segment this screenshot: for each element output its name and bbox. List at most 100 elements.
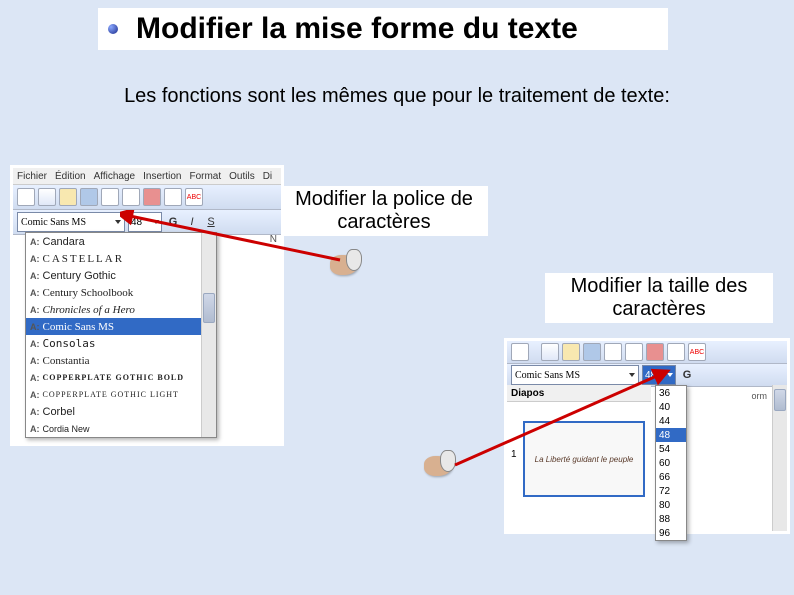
font-option-label: Chronicles of a Hero bbox=[43, 304, 135, 316]
chevron-down-icon bbox=[667, 373, 673, 377]
font-prefix-icon: A: bbox=[30, 271, 40, 281]
size-option[interactable]: 48 bbox=[656, 428, 686, 442]
font-prefix-icon: A: bbox=[30, 356, 40, 366]
font-prefix-icon: A: bbox=[30, 407, 40, 417]
menu-di[interactable]: Di bbox=[263, 171, 272, 182]
font-option-label: CASTELLAR bbox=[43, 253, 125, 265]
font-option[interactable]: A:Candara bbox=[26, 233, 216, 250]
page-title: Modifier la mise forme du texte bbox=[136, 12, 578, 46]
font-option[interactable]: A:Comic Sans MS bbox=[26, 318, 216, 335]
scroll-thumb[interactable] bbox=[203, 293, 215, 323]
font-option-label: Cordia New bbox=[43, 424, 90, 434]
doc-icon[interactable] bbox=[122, 188, 140, 206]
font-option[interactable]: A:CASTELLAR bbox=[26, 250, 216, 267]
size-option[interactable]: 80 bbox=[656, 498, 686, 512]
pdf-icon[interactable] bbox=[646, 343, 664, 361]
scrollbar-right[interactable] bbox=[772, 385, 787, 531]
spellcheck-icon[interactable]: ABC bbox=[688, 343, 706, 361]
size-option[interactable]: 40 bbox=[656, 400, 686, 414]
print-icon[interactable] bbox=[667, 343, 685, 361]
hand-cursor-icon bbox=[328, 247, 364, 283]
size-option[interactable]: 66 bbox=[656, 470, 686, 484]
subtitle-text: Les fonctions sont les mêmes que pour le… bbox=[0, 85, 794, 108]
size-option[interactable]: 54 bbox=[656, 442, 686, 456]
slide-number: 1 bbox=[511, 449, 517, 460]
size-option[interactable]: 60 bbox=[656, 456, 686, 470]
mail-icon[interactable] bbox=[101, 188, 119, 206]
font-prefix-icon: A: bbox=[30, 373, 40, 383]
font-option[interactable]: A:Constantia bbox=[26, 352, 216, 369]
font-option-label: Century Gothic bbox=[43, 270, 116, 282]
size-value-left: 48 bbox=[131, 217, 142, 228]
chevron-down-icon bbox=[629, 373, 635, 377]
new-icon[interactable] bbox=[38, 188, 56, 206]
font-combo-value: Comic Sans MS bbox=[21, 217, 86, 228]
save-icon[interactable] bbox=[80, 188, 98, 206]
font-prefix-icon: A: bbox=[30, 288, 40, 298]
scrollbar[interactable] bbox=[201, 233, 216, 437]
font-prefix-icon: A: bbox=[30, 390, 40, 400]
font-option[interactable]: A:Century Schoolbook bbox=[26, 284, 216, 301]
mail-icon[interactable] bbox=[604, 343, 622, 361]
font-prefix-icon: A: bbox=[30, 424, 40, 434]
font-option[interactable]: A:Cordia New bbox=[26, 420, 216, 437]
font-prefix-icon: A: bbox=[30, 305, 40, 315]
slide-title: La Liberté guidant le peuple bbox=[535, 455, 634, 464]
bold-button-2[interactable]: G bbox=[679, 367, 695, 383]
font-option-label: COPPERPLATE GOTHIC BOLD bbox=[43, 373, 185, 382]
font-option[interactable]: A:Corbel bbox=[26, 403, 216, 420]
font-option[interactable]: A:COPPERPLATE GOTHIC BOLD bbox=[26, 369, 216, 386]
doc-icon[interactable] bbox=[625, 343, 643, 361]
slides-panel-header: Diapos bbox=[507, 385, 651, 402]
slide-thumbnail[interactable]: La Liberté guidant le peuple bbox=[523, 421, 645, 497]
italic-button[interactable]: I bbox=[184, 214, 200, 230]
caption-font: Modifier la police de caractères bbox=[280, 186, 488, 236]
menu-tools[interactable]: Outils bbox=[229, 171, 255, 182]
font-prefix-icon: A: bbox=[30, 237, 40, 247]
print-icon[interactable] bbox=[164, 188, 182, 206]
hand-cursor-icon bbox=[422, 448, 458, 484]
menu-format[interactable]: Format bbox=[189, 171, 221, 182]
size-option[interactable]: 88 bbox=[656, 512, 686, 526]
toolbar-main-2: ABC bbox=[507, 341, 787, 364]
font-option-label: Candara bbox=[43, 236, 85, 248]
menu-edit[interactable]: Édition bbox=[55, 171, 86, 182]
size-option[interactable]: 36 bbox=[656, 386, 686, 400]
caption-size: Modifier la taille des caractères bbox=[545, 273, 773, 323]
save-icon[interactable] bbox=[583, 343, 601, 361]
spellcheck-icon[interactable]: ABC bbox=[185, 188, 203, 206]
size-screenshot: ABC Comic Sans MS 48 G Diapos 1 La Liber… bbox=[504, 338, 790, 534]
size-dropdown-list[interactable]: 3640444854606672808896 bbox=[655, 385, 687, 541]
blank-icon[interactable] bbox=[511, 343, 529, 361]
bold-button[interactable]: G bbox=[165, 214, 181, 230]
pdf-icon[interactable] bbox=[143, 188, 161, 206]
font-option[interactable]: A:Chronicles of a Hero bbox=[26, 301, 216, 318]
underline-button[interactable]: S bbox=[203, 214, 219, 230]
font-size-combo-left[interactable]: 48 bbox=[128, 212, 162, 232]
open-icon[interactable] bbox=[59, 188, 77, 206]
open-icon[interactable] bbox=[562, 343, 580, 361]
font-name-combo[interactable]: Comic Sans MS bbox=[17, 212, 125, 232]
size-option[interactable]: 72 bbox=[656, 484, 686, 498]
blank-icon[interactable] bbox=[17, 188, 35, 206]
panel-fragment: orm bbox=[752, 391, 768, 401]
font-option[interactable]: A:Century Gothic bbox=[26, 267, 216, 284]
chevron-down-icon bbox=[153, 220, 159, 224]
menu-view[interactable]: Affichage bbox=[94, 171, 136, 182]
font-prefix-icon: A: bbox=[30, 339, 40, 349]
menu-file[interactable]: Fichier bbox=[17, 171, 47, 182]
title-area: Modifier la mise forme du texte bbox=[98, 8, 668, 50]
size-option[interactable]: 96 bbox=[656, 526, 686, 540]
font-name-combo-2[interactable]: Comic Sans MS bbox=[511, 365, 639, 385]
menu-insert[interactable]: Insertion bbox=[143, 171, 181, 182]
font-size-combo-right[interactable]: 48 bbox=[642, 365, 676, 385]
font-dropdown-list[interactable]: A:CandaraA:CASTELLARA:Century GothicA:Ce… bbox=[25, 232, 217, 438]
size-option[interactable]: 44 bbox=[656, 414, 686, 428]
new-icon[interactable] bbox=[541, 343, 559, 361]
chevron-down-icon bbox=[115, 220, 121, 224]
font-option[interactable]: A:Consolas bbox=[26, 335, 216, 352]
font-option[interactable]: A:COPPERPLATE GOTHIC LIGHT bbox=[26, 386, 216, 403]
size-value-right: 48 bbox=[645, 370, 656, 381]
menubar: Fichier Édition Affichage Insertion Form… bbox=[13, 168, 281, 185]
scroll-thumb[interactable] bbox=[774, 389, 786, 411]
